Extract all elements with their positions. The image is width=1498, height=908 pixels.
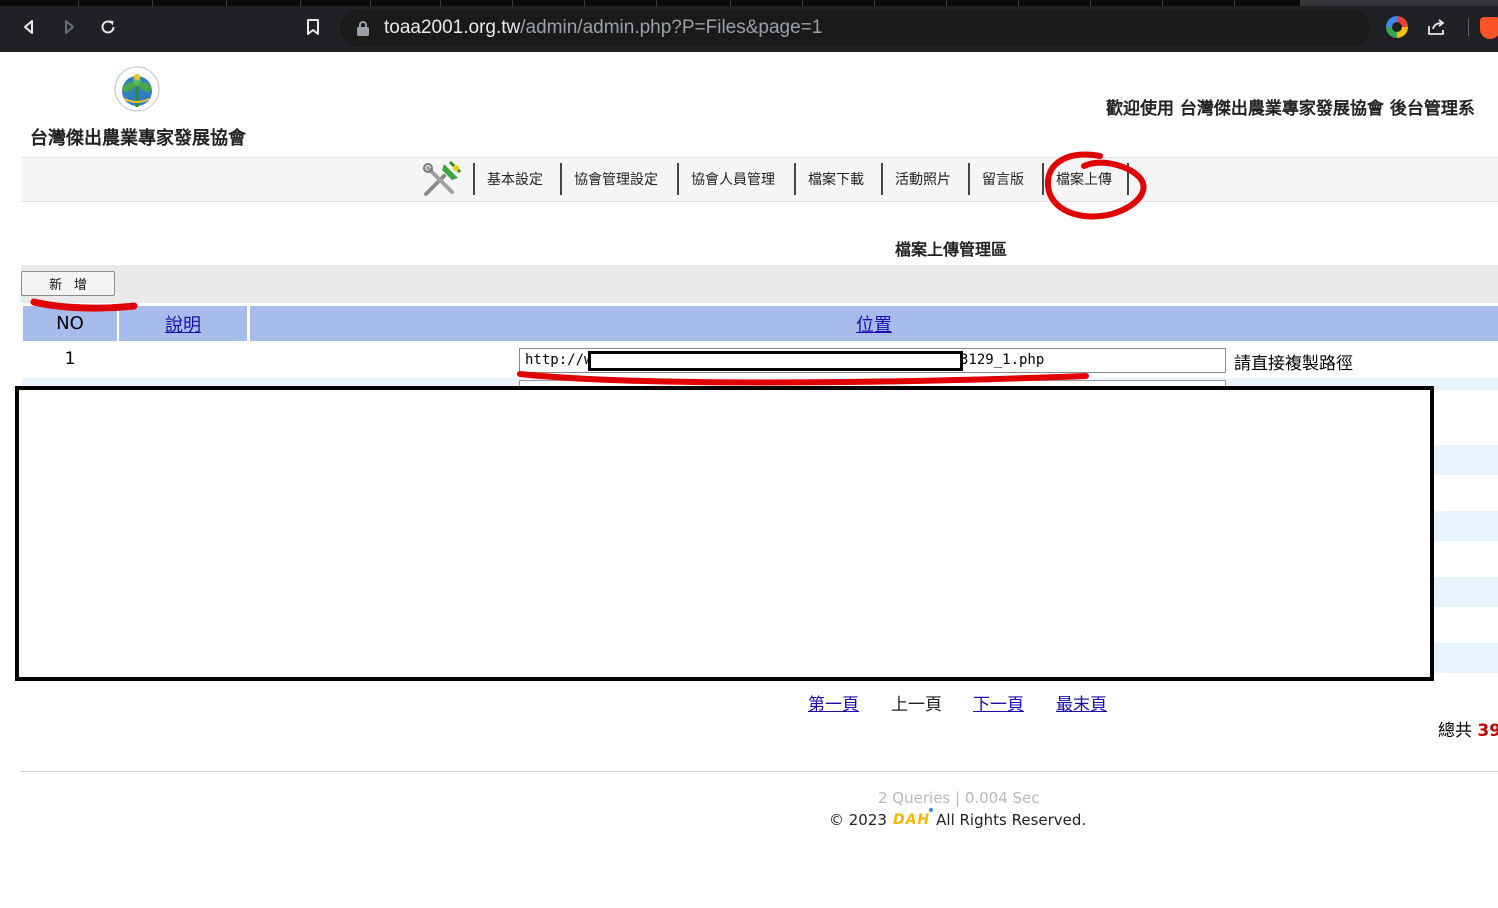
toolbar-separator xyxy=(1468,18,1469,36)
org-name: 台灣傑出農業專家發展協會 xyxy=(30,128,246,149)
tools-icon xyxy=(423,160,462,196)
bookmark-icon[interactable] xyxy=(300,14,326,40)
menu-divider xyxy=(1127,163,1129,195)
menu-item-5[interactable]: 活動照片 xyxy=(881,163,951,195)
reload-icon[interactable] xyxy=(95,14,121,40)
column-header-desc[interactable]: 說明 xyxy=(119,306,247,341)
menu-item-2[interactable]: 協會管理設定 xyxy=(560,163,658,195)
query-stats: 2 Queries | 0.004 Sec xyxy=(878,789,1040,807)
tab-strip[interactable] xyxy=(0,0,1498,6)
file-url-field[interactable]: http://w 3129_1.php xyxy=(519,348,1226,373)
welcome-text: 歡迎使用 台灣傑出農業專家發展協會 後台管理系 xyxy=(1106,99,1475,119)
last-page-link[interactable]: 最末頁 xyxy=(1056,690,1107,715)
sort-by-desc-link[interactable]: 說明 xyxy=(165,311,201,337)
footer-divider xyxy=(21,771,1498,772)
url-text[interactable]: toaa2001.org.tw/admin/admin.php?P=Files&… xyxy=(384,17,822,39)
action-toolbar xyxy=(21,265,1498,303)
forward-icon[interactable] xyxy=(56,14,82,40)
column-header-no: NO xyxy=(23,306,117,341)
back-icon[interactable] xyxy=(16,14,42,40)
column-header-location[interactable]: 位置 xyxy=(250,306,1498,341)
google-icon[interactable] xyxy=(1386,16,1408,38)
menu-item-4[interactable]: 檔案下載 xyxy=(794,163,864,195)
redaction-box xyxy=(588,351,963,371)
copyright: © 2023 DAH All Rights Reserved. xyxy=(829,808,1087,829)
menu-item-1[interactable]: 基本設定 xyxy=(473,163,543,195)
menu-item-7[interactable]: 檔案上傳 xyxy=(1042,163,1112,195)
lock-icon xyxy=(357,21,369,36)
next-page-link[interactable]: 下一頁 xyxy=(973,690,1024,715)
menu-item-6[interactable]: 留言版 xyxy=(968,163,1024,195)
total-count: 總共 39 xyxy=(1438,721,1498,741)
sort-by-location-link[interactable]: 位置 xyxy=(856,311,892,337)
brave-shield-icon[interactable] xyxy=(1480,17,1498,39)
redaction-box xyxy=(15,386,1434,681)
prev-page-text: 上一頁 xyxy=(891,695,942,715)
menu-item-3[interactable]: 協會人員管理 xyxy=(677,163,775,195)
page-title: 檔案上傳管理區 xyxy=(895,240,1008,259)
association-logo xyxy=(114,66,160,112)
add-button[interactable]: 新增 xyxy=(21,271,115,296)
row-number: 1 xyxy=(64,349,76,369)
copy-path-hint: 請直接複製路徑 xyxy=(1234,354,1353,374)
first-page-link[interactable]: 第一頁 xyxy=(808,690,859,715)
active-tab[interactable] xyxy=(1300,0,1498,6)
dah-brand-logo: DAH xyxy=(892,808,934,828)
share-icon[interactable] xyxy=(1426,16,1448,38)
